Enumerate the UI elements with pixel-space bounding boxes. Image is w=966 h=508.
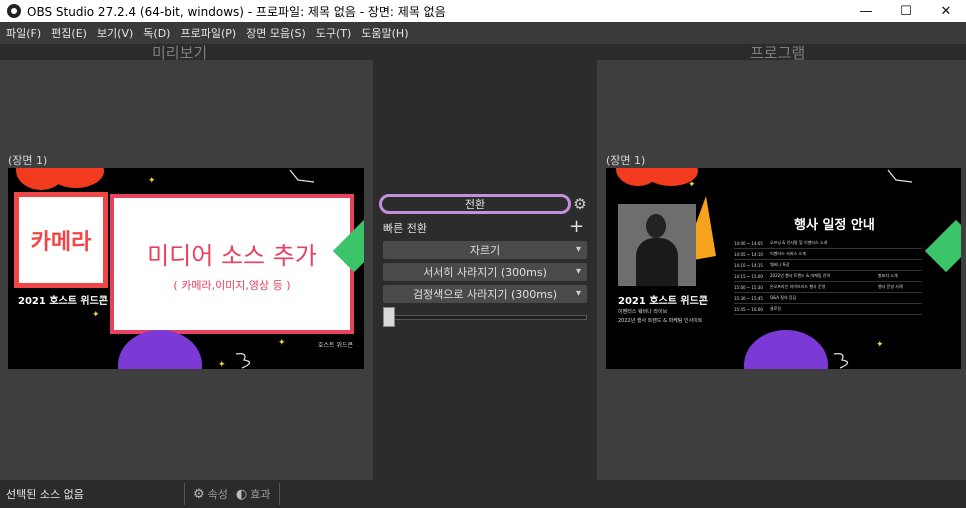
minimize-button[interactable]: — [846, 0, 886, 22]
star-icon: ✦ [278, 338, 286, 348]
menu-profile[interactable]: 프로파일(P) [180, 25, 236, 41]
filter-icon: ◐ [235, 486, 248, 502]
schedule-row: 15:00 ~ 15:30 온오프라인 하이브리드 행사 운영 행사 운영 사례 [734, 282, 922, 293]
properties-button[interactable]: ⚙ 속성 [189, 486, 232, 502]
window-title: OBS Studio 27.2.4 (64-bit, windows) - 프로… [27, 4, 446, 19]
menu-bar: 파일(F) 편집(E) 보기(V) 독(D) 프로파일(P) 장면 모음(S) … [0, 22, 966, 44]
divider [278, 483, 280, 505]
squiggle-decoration [235, 352, 251, 369]
squiggle-decoration [887, 169, 913, 183]
media-title: 미디어 소스 추가 [147, 241, 317, 270]
camera-text: 카메라 [30, 230, 92, 255]
preview-corner-logo: 호스트 위드콘 [318, 342, 354, 349]
program-screen[interactable]: 2021 호스트 위드콘 이벤터스 웨비나 라이브 2022년 행사 트렌드 &… [606, 168, 961, 369]
title-bar: OBS Studio 27.2.4 (64-bit, windows) - 프로… [0, 0, 966, 22]
menu-edit[interactable]: 편집(E) [51, 25, 87, 41]
schedule-time: 15:00 ~ 15:30 [734, 284, 763, 290]
preview-title: 미리보기 [152, 44, 208, 62]
schedule-table: 14:00 ~ 14:05 오프닝 & 인사말 및 이벤터스 소개 14:05 ~ … [734, 238, 922, 315]
gear-icon: ⚙ [193, 486, 205, 502]
media-source-box: 미디어 소스 추가 ( 카메라,이미지,영상 등 ) [110, 194, 354, 334]
chevron-down-icon[interactable]: ▾ [576, 263, 581, 281]
gear-icon[interactable]: ⚙ [572, 196, 588, 212]
program-event-sub2: 2022년 행사 트렌드 & 마케팅 인사이트 [618, 318, 703, 324]
schedule-item: 오프닝 & 인사말 및 이벤터스 소개 [770, 240, 828, 245]
preview-scene-label: (장면 1) [8, 154, 48, 167]
chevron-down-icon[interactable]: ▾ [576, 241, 581, 259]
quick-transitions-label: 빠른 전환 [383, 222, 427, 235]
schedule-row: 15:30 ~ 15:45 Q&A 질의 응답 [734, 293, 922, 304]
star-icon: ✦ [92, 310, 100, 320]
menu-view[interactable]: 보기(V) [97, 25, 133, 41]
schedule-row: 14:00 ~ 14:05 오프닝 & 인사말 및 이벤터스 소개 [734, 238, 922, 249]
selected-source-status: 선택된 소스 없음 [6, 488, 84, 501]
star-icon: ✦ [688, 180, 696, 190]
schedule-time: 14:00 ~ 14:05 [734, 240, 763, 246]
schedule-time: 15:45 ~ 16:00 [734, 306, 763, 312]
quick-transition-label: 서서히 사라지기 (300ms) [423, 266, 547, 279]
schedule-item: 2022년 행사 트렌드 & 마케팅 전략 [770, 273, 831, 278]
menu-help[interactable]: 도움말(H) [361, 25, 408, 41]
quick-transition-label: 자르기 [469, 244, 501, 257]
add-quick-transition-icon[interactable]: + [569, 216, 584, 237]
schedule-title: 행사 일정 안내 [794, 218, 875, 233]
speaker-head [646, 214, 666, 238]
schedule-row: 14:15 ~ 15:00 2022년 행사 트렌드 & 마케팅 전략 발표자 소개 [734, 271, 922, 282]
program-title: 프로그램 [750, 44, 806, 62]
schedule-item: 온오프라인 하이브리드 행사 운영 [770, 284, 826, 289]
star-icon: ✦ [218, 360, 226, 369]
chevron-down-icon[interactable]: ▾ [576, 285, 581, 303]
menu-file[interactable]: 파일(F) [6, 25, 41, 41]
squiggle-decoration [289, 169, 315, 183]
schedule-item: 클로징 [770, 306, 782, 311]
quick-transition-label: 검정색으로 사라지기 (300ms) [412, 288, 558, 301]
menu-scene-collection[interactable]: 장면 모음(S) [246, 25, 306, 41]
tbar-slider-track[interactable] [383, 315, 587, 320]
properties-label: 속성 [207, 488, 228, 501]
maximize-button[interactable]: ☐ [886, 0, 926, 22]
quick-transition-fade-to-black-button[interactable]: 검정색으로 사라지기 (300ms) ▾ [383, 285, 587, 303]
filters-label: 효과 [250, 488, 271, 501]
schedule-row: 15:45 ~ 16:00 클로징 [734, 304, 922, 315]
program-scene-label: (장면 1) [606, 154, 646, 167]
media-subtitle: ( 카메라,이미지,영상 등 ) [173, 278, 291, 292]
green-shape [924, 219, 961, 273]
schedule-item: 이벤터스 서비스 소개 [770, 251, 806, 256]
schedule-note: 발표자 소개 [878, 273, 898, 278]
schedule-item: Q&A 질의 응답 [770, 295, 797, 300]
divider [184, 483, 185, 505]
schedule-row: 14:05 ~ 14:10 이벤터스 서비스 소개 [734, 249, 922, 260]
status-bar: 선택된 소스 없음 ⚙ 속성 ◐ 효과 [0, 480, 966, 508]
schedule-time: 14:15 ~ 15:00 [734, 273, 763, 279]
purple-blob-shape [744, 330, 828, 369]
transitions-panel: 전환 ⚙ 빠른 전환 + 자르기 ▾ 서서히 사라지기 (300ms) ▾ 검정… [373, 60, 597, 480]
schedule-row: 14:10 ~ 14:15 웨비나 특강 [734, 260, 922, 271]
menu-tools[interactable]: 도구(T) [316, 25, 352, 41]
speaker-body [636, 238, 678, 286]
tbar-slider-handle[interactable] [383, 307, 395, 327]
obs-logo-icon [7, 4, 21, 18]
schedule-time: 14:05 ~ 14:10 [734, 251, 763, 257]
quick-transition-fade-button[interactable]: 서서히 사라지기 (300ms) ▾ [383, 263, 587, 281]
squiggle-decoration [833, 352, 849, 369]
star-icon: ✦ [148, 176, 156, 186]
quick-transition-cut-button[interactable]: 자르기 ▾ [383, 241, 587, 259]
preview-screen[interactable]: 카메라 2021 호스트 위드콘 미디어 소스 추가 ( 카메라,이미지,영상 … [8, 168, 364, 369]
program-event-text: 2021 호스트 위드콘 [618, 296, 708, 307]
schedule-note: 행사 운영 사례 [878, 284, 903, 289]
schedule-time: 14:10 ~ 14:15 [734, 262, 763, 268]
menu-dock[interactable]: 독(D) [143, 25, 170, 41]
camera-box: 카메라 [14, 192, 108, 288]
filters-button[interactable]: ◐ 효과 [232, 486, 275, 502]
purple-blob-shape [118, 330, 202, 369]
schedule-time: 15:30 ~ 15:45 [734, 295, 763, 301]
preview-event-text: 2021 호스트 위드콘 [18, 296, 108, 307]
transition-button[interactable]: 전환 [379, 194, 571, 214]
schedule-item: 웨비나 특강 [770, 262, 790, 267]
close-button[interactable]: ✕ [926, 0, 966, 22]
star-icon: ✦ [876, 340, 884, 350]
speaker-video [618, 204, 696, 286]
program-event-sub1: 이벤터스 웨비나 라이브 [618, 309, 668, 315]
